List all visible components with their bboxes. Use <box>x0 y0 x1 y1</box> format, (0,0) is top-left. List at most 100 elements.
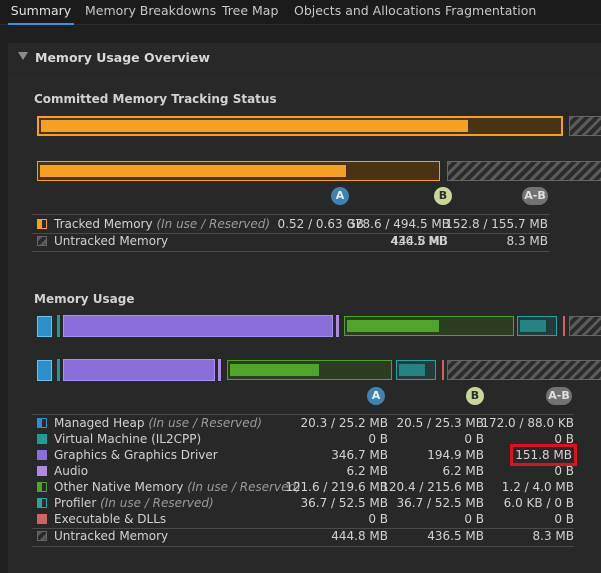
value-a: 36.7 / 52.5 MB <box>300 496 388 510</box>
table-row[interactable]: Untracked Memory 444.8 MB 436.5 MB 8.3 M… <box>32 233 550 249</box>
untracked-memory-swatch-icon <box>37 531 47 541</box>
value-b: 436.5 MB <box>427 529 484 543</box>
managed-heap-bar-a[interactable] <box>37 316 52 337</box>
audio-bar-a[interactable] <box>336 315 339 337</box>
table-row[interactable]: Untracked Memory 444.8 MB 436.5 MB 8.3 M… <box>32 528 574 544</box>
row-name: Managed Heap <box>54 416 145 430</box>
other-native-bar-b[interactable] <box>227 360 392 380</box>
row-name: Untracked Memory <box>54 529 169 543</box>
row-name: Untracked Memory <box>54 234 169 248</box>
managed-heap-bar-b[interactable] <box>37 360 52 381</box>
value-b: 436.5 MB <box>390 234 447 248</box>
value-b: 120.4 / 215.6 MB <box>381 480 484 494</box>
row-note: (In use / Reserved) <box>148 416 262 430</box>
tab-objects-and-allocations[interactable]: Objects and Allocations <box>294 0 441 23</box>
marker-a: A <box>331 187 349 205</box>
value-diff: 0 B <box>554 464 574 478</box>
overview-section-header[interactable]: Memory Usage Overview <box>8 43 601 74</box>
other-native-bar-a-fill <box>347 320 439 332</box>
value-b: 0 B <box>464 512 484 526</box>
row-note: (In use / Reserved) <box>187 480 301 494</box>
value-a: 0 B <box>368 512 388 526</box>
collapse-arrow-icon[interactable] <box>18 52 28 60</box>
executable-swatch-icon <box>37 514 47 524</box>
executable-bar-a[interactable] <box>563 316 565 336</box>
untracked-memory-swatch-icon <box>37 236 47 246</box>
value-diff: 172.0 / 88.0 KB <box>481 416 574 430</box>
table-row[interactable]: Tracked Memory (In use / Reserved) 0.52 … <box>32 216 550 232</box>
table-row[interactable]: Executable & DLLs 0 B 0 B 0 B <box>32 511 574 527</box>
value-b: 6.2 MB <box>442 464 484 478</box>
value-b: 0 B <box>464 432 484 446</box>
summary-panel: Memory Usage Overview Committed Memory T… <box>8 43 601 573</box>
table-bottom-divider <box>32 251 550 252</box>
value-b: 36.7 / 52.5 MB <box>396 496 484 510</box>
value-b: 194.9 MB <box>427 448 484 462</box>
tab-summary[interactable]: Summary <box>8 0 74 25</box>
untracked-usage-bar-a[interactable] <box>569 316 601 336</box>
table-row[interactable]: Graphics & Graphics Driver 346.7 MB 194.… <box>32 444 577 466</box>
section-title: Memory Usage Overview <box>35 50 210 65</box>
vm-bar-b[interactable] <box>57 359 60 381</box>
value-a: 444.8 MB <box>331 529 388 543</box>
other-native-swatch-icon <box>37 482 47 492</box>
profiler-bar-a-fill <box>520 320 546 332</box>
tracked-bar-b-fill <box>40 165 346 177</box>
untracked-usage-bar-b[interactable] <box>447 360 601 380</box>
virtual-machine-swatch-icon <box>37 434 47 444</box>
tracked-bar-a-fill <box>41 120 468 132</box>
other-native-bar-b-fill <box>230 364 319 376</box>
audio-bar-b[interactable] <box>218 359 221 381</box>
marker-a: A <box>367 387 385 405</box>
memory-usage-title: Memory Usage <box>34 292 135 306</box>
profiler-bar-a[interactable] <box>517 316 557 336</box>
tab-bar: Summary Memory Breakdowns Tree Map Objec… <box>0 0 601 25</box>
value-b: 20.5 / 25.3 MB <box>396 416 484 430</box>
value-diff: 8.3 MB <box>506 234 548 248</box>
tracked-bar-a-frame[interactable] <box>37 116 563 136</box>
value-diff: 152.8 / 155.7 MB <box>445 217 548 231</box>
row-name: Audio <box>54 464 89 478</box>
value-diff: 0 B <box>554 512 574 526</box>
row-name: Profiler <box>54 496 97 510</box>
untracked-bar-a[interactable] <box>569 116 601 136</box>
value-a: 6.2 MB <box>346 464 388 478</box>
marker-b: B <box>434 187 452 205</box>
graphics-swatch-icon <box>37 450 47 460</box>
table-row[interactable]: Audio 6.2 MB 6.2 MB 0 B <box>32 463 574 479</box>
row-name: Virtual Machine (IL2CPP) <box>54 432 202 446</box>
tracking-status-title: Committed Memory Tracking Status <box>34 92 277 106</box>
graphics-bar-b[interactable] <box>63 359 215 381</box>
table-row[interactable]: Profiler (In use / Reserved) 36.7 / 52.5… <box>32 495 574 511</box>
table-row[interactable]: Virtual Machine (IL2CPP) 0 B 0 B 0 B <box>32 431 574 447</box>
row-name: Other Native Memory <box>54 480 184 494</box>
tab-memory-breakdowns[interactable]: Memory Breakdowns <box>85 0 216 23</box>
value-diff-highlighted: 151.8 MB <box>510 444 577 466</box>
table-bottom-divider <box>32 546 574 547</box>
value-diff: 6.0 KB / 0 B <box>503 496 574 510</box>
tab-tree-map[interactable]: Tree Map <box>222 0 278 23</box>
value-diff: 1.2 / 4.0 MB <box>501 480 574 494</box>
managed-heap-swatch-icon <box>37 418 47 428</box>
row-name: Graphics & Graphics Driver <box>54 448 218 462</box>
table-row[interactable]: Managed Heap (In use / Reserved) 20.3 / … <box>32 415 574 431</box>
value-a: 346.7 MB <box>331 448 388 462</box>
other-native-bar-a[interactable] <box>344 316 514 336</box>
row-name: Executable & DLLs <box>54 512 167 526</box>
tab-fragmentation[interactable]: Fragmentation <box>445 0 536 23</box>
untracked-bar-b[interactable] <box>447 161 601 181</box>
profiler-bar-b-fill <box>399 364 425 376</box>
table-row[interactable]: Other Native Memory (In use / Reserved) … <box>32 479 574 495</box>
value-a: 20.3 / 25.2 MB <box>300 416 388 430</box>
row-note: (In use / Reserved) <box>100 496 214 510</box>
tracked-bar-b-frame[interactable] <box>37 161 440 181</box>
marker-a-b: A-B <box>546 387 572 405</box>
audio-swatch-icon <box>37 466 47 476</box>
table-top-divider <box>32 214 550 215</box>
row-name: Tracked Memory <box>54 217 153 231</box>
value-a: 0 B <box>368 432 388 446</box>
executable-bar-b[interactable] <box>442 360 444 380</box>
profiler-bar-b[interactable] <box>396 360 436 380</box>
graphics-bar-a[interactable] <box>63 315 333 337</box>
vm-bar-a[interactable] <box>57 315 60 337</box>
